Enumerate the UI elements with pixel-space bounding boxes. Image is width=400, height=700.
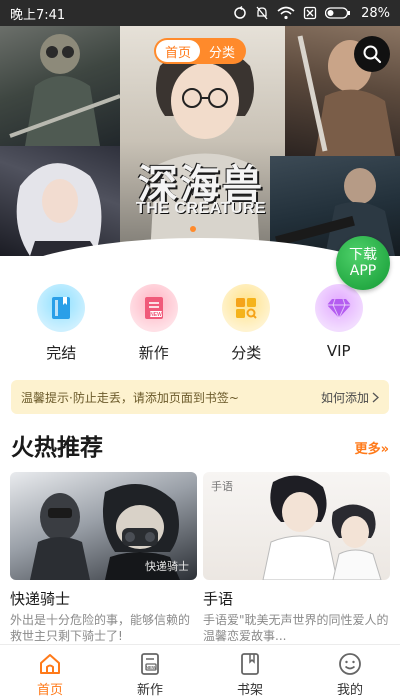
nav-mine[interactable]: 我的 xyxy=(300,645,400,700)
pagination-dot-active xyxy=(190,226,196,232)
vip-circle xyxy=(314,284,363,332)
svg-text:NEW: NEW xyxy=(146,665,157,670)
home-category-toggle: 首页 分类 xyxy=(154,38,246,64)
bottom-nav: 首页 NEW 新作 书架 我的 xyxy=(0,644,400,700)
hero-banner[interactable]: 深海兽 THE CREATURE 首页 分类 xyxy=(0,26,400,256)
category-classify[interactable]: 分类 xyxy=(206,284,286,364)
gasmask-figure-illustration xyxy=(9,34,121,146)
nav-label: 首页 xyxy=(36,683,63,698)
comic-cover[interactable]: 手语 xyxy=(203,472,390,580)
completed-circle xyxy=(37,284,86,332)
chevron-right-icon xyxy=(372,392,379,402)
comic-card[interactable]: 手语 手语 手语爱"耽美无声世界的同性爱人的温馨恋爱故事... xyxy=(203,472,390,644)
battery-percent: 28% xyxy=(361,5,390,21)
new-circle: NEW xyxy=(129,284,178,332)
svg-text:NEW: NEW xyxy=(150,312,162,318)
section-title: 火热推荐 xyxy=(11,435,103,461)
nav-label: 书架 xyxy=(236,683,263,698)
banner-panel-soldier xyxy=(270,156,400,256)
book-icon xyxy=(52,297,71,319)
more-link[interactable]: 更多» xyxy=(355,438,389,457)
how-to-add-link[interactable]: 如何添加 xyxy=(321,389,379,406)
comic-cover[interactable]: 快递骑士 xyxy=(10,472,197,580)
nav-bookshelf[interactable]: 书架 xyxy=(200,645,300,700)
sync-icon xyxy=(234,6,246,19)
tab-home[interactable]: 首页 xyxy=(156,40,200,62)
app-root: 晚上7:41 28% 深海兽 THE CREATURE 首页 分类 下载 APP… xyxy=(0,0,400,700)
tab-category[interactable]: 分类 xyxy=(200,40,244,62)
comic-description: 外出是十分危险的事，能够信赖的救世主只剩下骑士了! xyxy=(10,613,191,643)
nav-label: 我的 xyxy=(336,683,363,698)
new-book-icon: NEW xyxy=(137,651,163,677)
soldier-illustration xyxy=(275,168,395,256)
comic-title: 手语 xyxy=(203,590,234,608)
grid-search-icon xyxy=(236,298,257,319)
classify-circle xyxy=(222,284,271,332)
status-time: 晚上7:41 xyxy=(10,7,66,23)
nav-new[interactable]: NEW 新作 xyxy=(100,645,200,700)
category-new[interactable]: NEW 新作 xyxy=(114,284,194,364)
bookmark-notice: 温馨提示·防止走丢，请添加页面到书签~ 如何添加 xyxy=(11,380,389,414)
smiley-icon xyxy=(337,651,363,677)
banner-panel-whitehair xyxy=(0,146,130,256)
search-button[interactable] xyxy=(354,36,390,72)
banner-panel-gasmask xyxy=(0,26,130,146)
how-to-add-label: 如何添加 xyxy=(320,390,369,405)
comic-description: 手语爱"耽美无声世界的同性爱人的温馨恋爱故事... xyxy=(203,613,389,643)
nav-label: 新作 xyxy=(136,683,163,698)
recommend-list: 快递骑士 快递骑士 外出是十分危险的事，能够信赖的救世主只剩下骑士了! 手语 手… xyxy=(10,472,390,644)
download-app-button[interactable]: 下载 APP xyxy=(336,236,390,290)
comic-title: 快递骑士 xyxy=(10,590,71,608)
category-label: VIP xyxy=(326,342,351,360)
category-vip[interactable]: VIP xyxy=(299,284,379,364)
notice-message: 温馨提示·防止走丢，请添加页面到书签~ xyxy=(21,390,239,405)
category-label: 分类 xyxy=(231,344,262,362)
wifi-icon xyxy=(277,6,295,20)
new-document-icon: NEW xyxy=(144,297,163,319)
download-app-line2: APP xyxy=(349,263,377,279)
nav-home[interactable]: 首页 xyxy=(0,645,100,700)
category-label: 完结 xyxy=(46,344,77,362)
diamond-icon xyxy=(326,298,351,319)
status-bar: 晚上7:41 28% xyxy=(0,0,400,26)
cover-label: 手语 xyxy=(211,480,233,493)
search-icon xyxy=(363,45,382,64)
category-label: 新作 xyxy=(138,344,169,362)
banner-title-en: THE CREATURE xyxy=(135,200,267,217)
mute-bell-icon xyxy=(256,6,268,20)
category-completed[interactable]: 完结 xyxy=(21,284,101,364)
whitehair-figure-illustration xyxy=(16,163,102,256)
no-sim-icon xyxy=(303,6,317,20)
battery-icon xyxy=(325,7,351,19)
bookshelf-icon xyxy=(237,651,263,677)
cover-label: 快递骑士 xyxy=(145,560,189,573)
category-row: 完结 NEW 新作 分类 VIP xyxy=(0,284,400,364)
download-app-line1: 下载 xyxy=(349,247,377,263)
comic-card[interactable]: 快递骑士 快递骑士 外出是十分危险的事，能够信赖的救世主只剩下骑士了! xyxy=(10,472,197,644)
status-icons: 28% xyxy=(233,6,390,21)
home-icon xyxy=(37,651,63,677)
banner-pagination xyxy=(190,226,196,232)
